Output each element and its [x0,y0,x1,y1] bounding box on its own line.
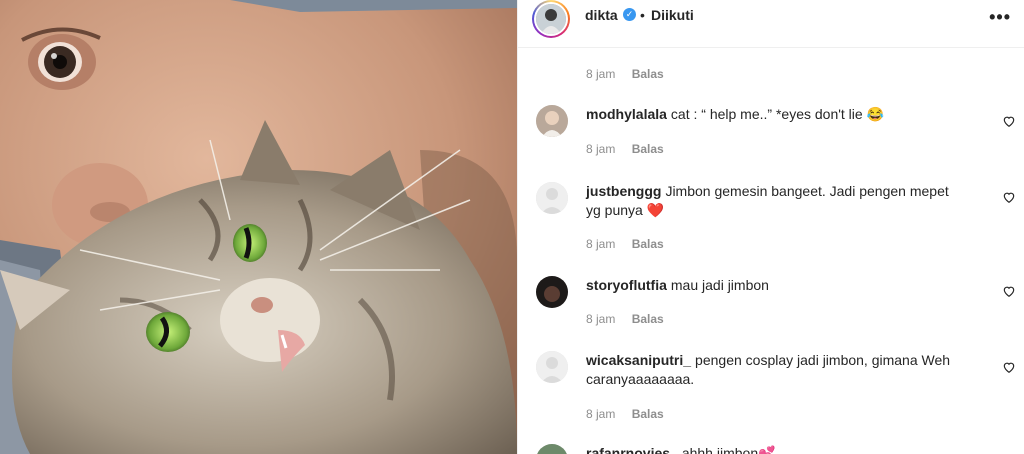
like-heart-icon[interactable] [1002,114,1016,128]
comment-body: rafanrnovies_ ahhh jimbon💕 [586,444,956,454]
commenter-avatar[interactable] [536,444,568,454]
like-heart-icon[interactable] [1002,190,1016,204]
comment-meta: 8 jam Balas [586,407,664,421]
reply-button[interactable]: Balas [632,237,664,251]
verified-badge-icon: ✓ [623,8,636,21]
comment-time: 8 jam [586,237,616,251]
commenter-avatar[interactable] [536,182,568,214]
commenter-avatar[interactable] [536,276,568,308]
commenter-avatar[interactable] [536,105,568,137]
comment-body: storyoflutfia mau jadi jimbon [586,276,956,295]
comment-text: cat : “ help me..” *eyes don't lie 😂 [670,106,885,122]
commenter-username[interactable]: wicaksaniputri_ [586,352,691,368]
post-header: dikta ✓ • Diikuti ••• [518,0,1024,48]
author-avatar[interactable] [532,0,570,38]
like-heart-icon[interactable] [1002,360,1016,374]
commenter-username[interactable]: rafanrnovies_ [586,445,678,454]
post-image [0,0,517,454]
comments-panel: dikta ✓ • Diikuti ••• 8 jam Balas modhyl… [517,0,1024,454]
reply-button[interactable]: Balas [632,67,664,81]
comment-meta: 8 jam Balas [586,237,664,251]
comment-meta: 8 jam Balas [586,142,664,156]
comment-body: modhylalala cat : “ help me..” *eyes don'… [586,105,956,124]
commenter-username[interactable]: modhylalala [586,106,667,122]
comment-time: 8 jam [586,67,616,81]
commenter-username[interactable]: storyoflutfia [586,277,667,293]
like-heart-icon[interactable] [1002,284,1016,298]
comment-meta: 8 jam Balas [586,67,664,81]
comment-time: 8 jam [586,142,616,156]
comment-time: 8 jam [586,407,616,421]
reply-button[interactable]: Balas [632,407,664,421]
separator-dot: • [640,7,645,23]
reply-button[interactable]: Balas [632,312,664,326]
follow-status-button[interactable]: Diikuti [651,7,694,23]
comment-meta: 8 jam Balas [586,312,664,326]
reply-button[interactable]: Balas [632,142,664,156]
author-username[interactable]: dikta [585,7,618,23]
commenter-username[interactable]: justbenggg [586,183,661,199]
comment-body: wicaksaniputri_ pengen cosplay jadi jimbo… [586,351,956,389]
post-photo[interactable] [0,0,517,454]
comment-text: mau jadi jimbon [670,277,769,293]
comment-text: ahhh jimbon💕 [681,445,776,454]
more-options-icon[interactable]: ••• [989,7,1011,28]
comment-time: 8 jam [586,312,616,326]
commenter-avatar[interactable] [536,351,568,383]
comment-body: justbenggg Jimbon gemesin bangeet. Jadi p… [586,182,956,220]
